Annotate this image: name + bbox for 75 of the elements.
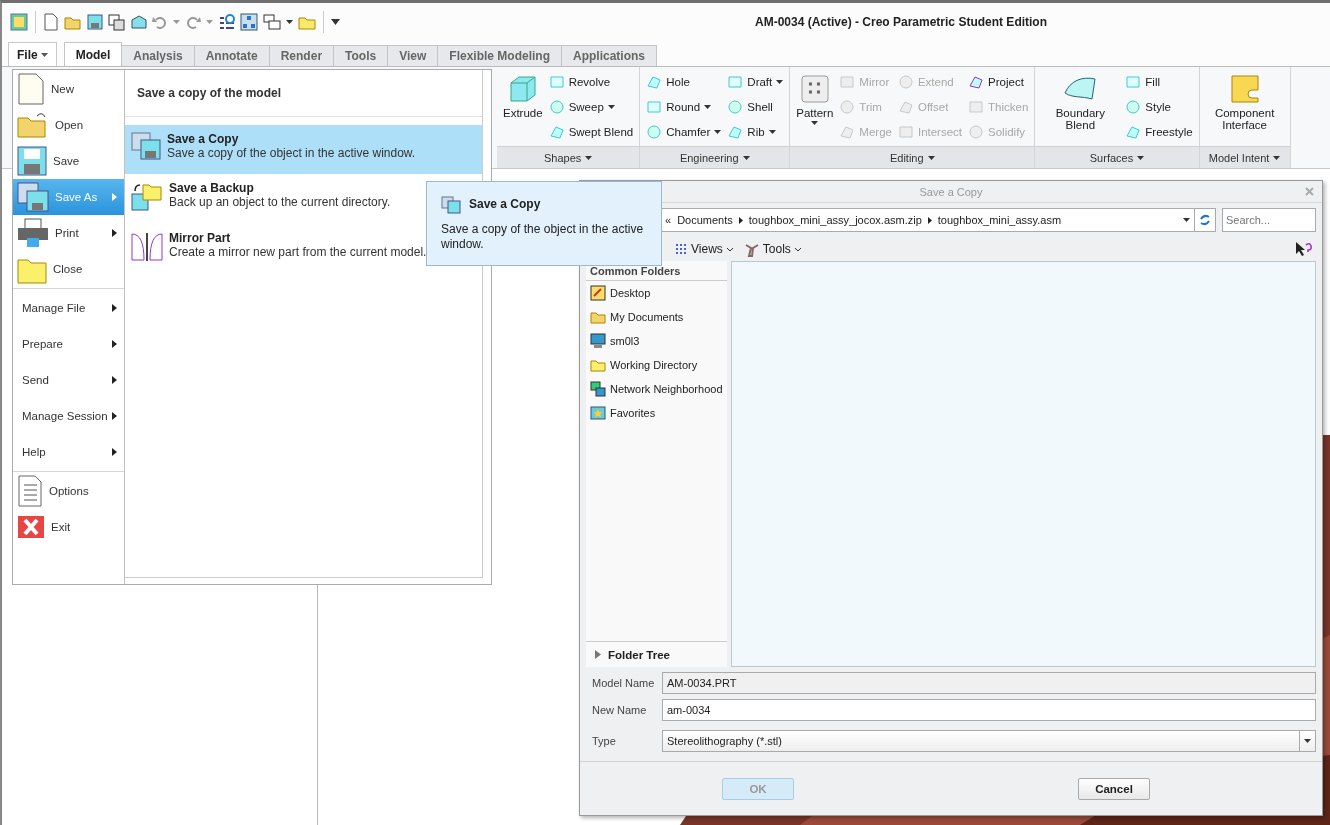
field-label: Type <box>592 734 617 747</box>
ribbon-button[interactable]: Fill <box>1125 71 1193 92</box>
ribbon-button[interactable]: Round <box>646 96 722 117</box>
toolbar-button[interactable]: Views <box>674 242 734 256</box>
group-label[interactable]: Model Intent <box>1199 146 1290 168</box>
ribbon-button[interactable]: Swept Blend <box>548 121 634 142</box>
group-label[interactable]: Surfaces <box>1035 146 1199 168</box>
folder-item[interactable]: My Documents <box>586 305 727 329</box>
option-title: Save a Copy <box>167 132 240 146</box>
tooltip-title: Save a Copy <box>469 197 541 211</box>
folder-item[interactable]: Working Directory <box>586 353 727 377</box>
menu-item[interactable]: Manage File <box>13 290 124 326</box>
ribbon-button[interactable]: Freestyle <box>1125 121 1193 142</box>
option-description: Create a mirror new part from the current model. <box>169 245 427 260</box>
name-field[interactable]: am-0034 <box>662 698 1316 721</box>
ribbon-tab[interactable]: Flexible Modeling <box>437 45 562 66</box>
option-title: Mirror Part <box>169 231 232 245</box>
option-description: Back up an object to the current directory. <box>169 195 391 210</box>
ribbon-button[interactable]: Style <box>1125 96 1193 117</box>
option-title: Save a Backup <box>169 181 255 195</box>
ribbon-button[interactable]: Rib <box>727 121 784 142</box>
ribbon-tab[interactable]: Model <box>63 42 123 66</box>
panel-heading: Save a copy of the model <box>125 70 482 117</box>
ribbon-button[interactable]: Extrude <box>503 71 543 119</box>
ribbon-button[interactable]: Revolve <box>548 71 634 92</box>
field-label: Model Name <box>592 676 656 689</box>
ribbon-button[interactable]: Component Interface <box>1205 71 1284 131</box>
option-description: Save a copy of the object in the active window. <box>167 146 416 161</box>
tooltip-text: Save a copy of the object in the active window. <box>441 222 645 252</box>
group-label[interactable]: Editing <box>790 146 1035 168</box>
ribbon-button[interactable]: Sweep <box>548 96 634 117</box>
ribbon-button[interactable]: Draft <box>727 71 784 92</box>
ribbon-tab[interactable]: Render <box>268 45 335 66</box>
menu-option[interactable]: Save a Copy Save a copy of the object in the active window. <box>125 125 482 174</box>
ribbon-tab[interactable]: Analysis <box>121 45 195 66</box>
path-field[interactable]: « Documents toughbox_mini_assy_jocox.asm.zip toughbox_mini_assy.asm <box>660 208 1195 232</box>
type-dropdown[interactable]: Stereolithography (*.stl) <box>662 729 1316 752</box>
group-label[interactable]: Engineering <box>640 146 790 168</box>
folder-item[interactable]: Favorites <box>586 401 727 425</box>
menu-item[interactable]: Print <box>13 215 124 251</box>
menu-item[interactable]: Manage Session <box>13 398 124 434</box>
ribbon-button[interactable]: Boundary Blend <box>1041 71 1120 131</box>
folder-item[interactable]: Network Neighborhood <box>586 377 727 401</box>
window-title: AM-0034 (Active) - Creo Parametric Student Edition <box>753 15 1049 29</box>
dialog-button[interactable]: Cancel <box>1078 777 1150 800</box>
menu-option[interactable]: Mirror Part Create a mirror new part from the current model. <box>125 224 433 274</box>
ribbon-tab[interactable]: Annotate <box>193 45 270 66</box>
menu-item[interactable]: Help <box>13 434 124 470</box>
folder-item[interactable]: Desktop <box>586 281 727 305</box>
ribbon-tab[interactable]: Tools <box>333 45 389 66</box>
dialog-title: Save a Copy <box>919 185 983 198</box>
menu-item[interactable]: New <box>13 71 124 107</box>
menu-item[interactable]: Close <box>13 251 124 287</box>
menu-item[interactable]: Send <box>13 362 124 398</box>
field-label: New Name <box>592 703 648 716</box>
name-field[interactable]: AM-0034.PRT <box>662 671 1316 694</box>
ribbon-button[interactable]: Project <box>968 71 1029 92</box>
ribbon-tab[interactable]: Applications <box>561 45 657 66</box>
ribbon-button[interactable]: Pattern <box>796 71 834 125</box>
ribbon-tab[interactable]: View <box>387 45 439 66</box>
ribbon-button[interactable]: Hole <box>646 71 722 92</box>
menu-item[interactable]: Prepare <box>13 326 124 362</box>
group-label[interactable]: Shapes <box>497 146 640 168</box>
folder-tree-toggle[interactable]: Folder Tree <box>586 641 727 667</box>
menu-item[interactable]: Exit <box>13 509 124 545</box>
menu-item[interactable]: Save <box>13 143 124 179</box>
toolbar-button[interactable]: Tools <box>743 241 802 257</box>
menu-item[interactable]: Open <box>13 107 124 143</box>
folder-item[interactable]: sm0l3 <box>586 329 727 353</box>
file-menu-button[interactable]: File <box>8 42 57 66</box>
ribbon-button[interactable]: Chamfer <box>646 121 722 142</box>
menu-item[interactable]: Options <box>13 473 124 509</box>
search-field[interactable]: Search... <box>1222 208 1316 232</box>
menu-option[interactable]: Save a Backup Back up an object to the current directory. <box>125 174 397 224</box>
ribbon-button[interactable]: Shell <box>727 96 784 117</box>
